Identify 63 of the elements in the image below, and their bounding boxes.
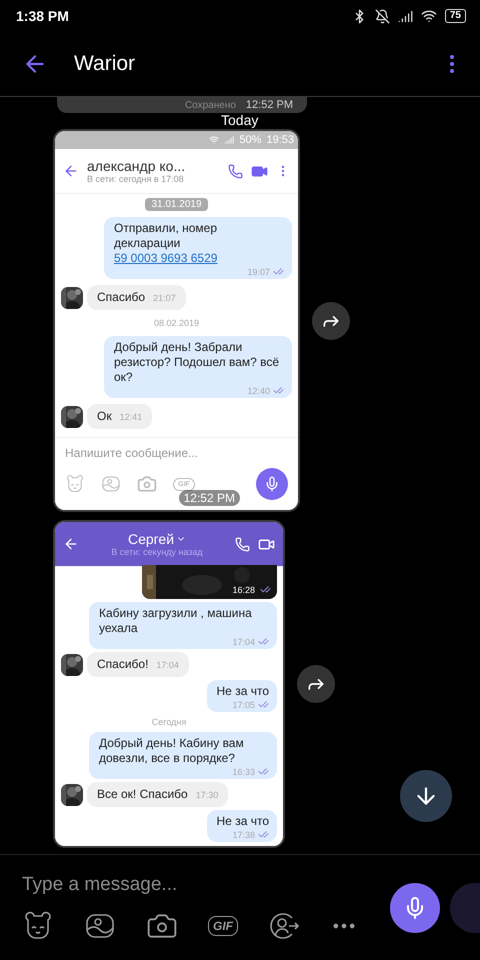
- message-time: 17:05: [232, 700, 255, 710]
- contact-status: В сети: сегодня в 17:08: [87, 174, 184, 184]
- wifi-icon: [209, 135, 220, 145]
- day-label: Today: [221, 113, 258, 127]
- forward-button[interactable]: [312, 302, 350, 340]
- message-text: Спасибо: [97, 290, 146, 305]
- scroll-down-button[interactable]: [400, 770, 452, 822]
- saved-label: Сохранено: [184, 100, 236, 110]
- date-label: 08.02.2019: [154, 318, 200, 328]
- chat-screenshot[interactable]: [53, 129, 300, 512]
- message-text: Отправили, номер декларации 59 0003 9693 6529: [114, 221, 218, 266]
- chat-title: Warior: [74, 52, 136, 76]
- phone-icon[interactable]: [228, 164, 243, 178]
- message-time: 16:28: [232, 585, 255, 595]
- clock: 19:53: [266, 134, 294, 146]
- read-check-icon: [260, 584, 271, 595]
- back-icon[interactable]: [63, 536, 79, 552]
- battery-level: 50%: [239, 134, 262, 146]
- message-time: 19:07: [247, 266, 270, 276]
- message-text: Добрый день! Забрали резистор? Подошел вам? всё ок?: [114, 340, 280, 385]
- read-check-icon: [258, 636, 269, 647]
- message-field[interactable]: Напишите сообщение...: [65, 446, 288, 460]
- chat-screenshot[interactable]: [53, 520, 285, 848]
- signal-icon: [398, 8, 413, 24]
- date-label: Сегодня: [152, 717, 186, 727]
- date-label: 31.01.2019: [145, 198, 208, 211]
- mic-button[interactable]: [390, 882, 440, 932]
- message-text: Не за что: [216, 684, 269, 699]
- clock: 1:38 PM: [16, 8, 69, 24]
- message-time: 17:04: [232, 636, 255, 646]
- read-check-icon: [258, 766, 269, 777]
- read-check-icon: [273, 385, 284, 396]
- read-check-icon: [258, 699, 269, 710]
- message-time: 12:52 PM: [178, 490, 240, 506]
- contact-name: Сергей: [128, 531, 174, 547]
- back-icon[interactable]: [63, 163, 79, 179]
- message-text: Ок: [97, 409, 112, 424]
- signal-icon: [224, 135, 234, 145]
- message-text: Добрый день! Кабину вам довезли, все в порядке?: [99, 736, 245, 766]
- battery-level: 75: [444, 9, 466, 23]
- message-field[interactable]: Type a message...: [22, 874, 380, 896]
- microphone-icon: [264, 476, 280, 492]
- read-check-icon: [258, 829, 269, 840]
- message-time: 12:52 PM: [246, 99, 293, 111]
- message-text: Спасибо!: [97, 657, 148, 672]
- message-text: Не за что: [216, 814, 269, 829]
- message-time: 17:38: [232, 830, 255, 840]
- muted-bell-icon: [374, 8, 390, 24]
- message-time: 17:04: [156, 660, 179, 670]
- message-time: 17:30: [196, 790, 218, 800]
- message-time: 12:41: [120, 412, 142, 422]
- contact-name: александр ко...: [87, 158, 186, 174]
- wifi-icon: [420, 8, 437, 24]
- read-check-icon: [273, 266, 284, 277]
- message-time: 16:33: [232, 766, 255, 776]
- forward-button[interactable]: [297, 665, 335, 703]
- gif-button[interactable]: GIF: [208, 916, 238, 936]
- contact-status: В сети: секунду назад: [111, 547, 203, 557]
- message-time: 12:40: [247, 386, 270, 396]
- message-text: Все ок! Спасибо: [97, 787, 188, 802]
- message-text: Кабину загрузили , машина уехала: [99, 606, 253, 636]
- message-time: 21:07: [153, 292, 176, 302]
- number-link[interactable]: 59 0003 9693 6529: [114, 251, 218, 265]
